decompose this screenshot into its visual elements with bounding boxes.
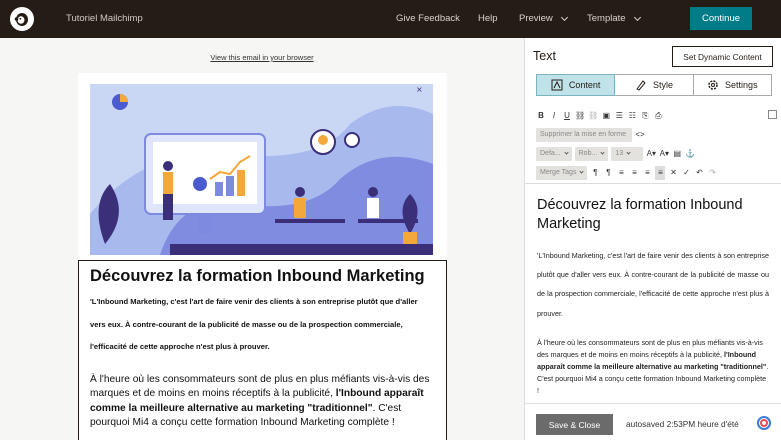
- rich-text-editor[interactable]: Découvrez la formation Inbound Marketing…: [525, 183, 781, 401]
- unlink-icon[interactable]: ⛓: [588, 109, 598, 123]
- justify-icon[interactable]: ≡: [655, 165, 666, 180]
- help-link[interactable]: Help: [478, 13, 498, 24]
- paste-word-icon[interactable]: ⎙: [653, 109, 663, 123]
- settings-gear-icon: [708, 80, 718, 90]
- email-intro-paragraph: 'L'Inbound Marketing, c'est l'art de fai…: [90, 297, 418, 351]
- paragraph-icon[interactable]: ¶: [590, 166, 600, 180]
- save-close-button[interactable]: Save & Close: [536, 414, 613, 435]
- bold-icon[interactable]: B: [536, 109, 546, 123]
- chevron-down-icon: [560, 13, 568, 21]
- panel-footer: Save & Close autosaved 2:53PM heure d'ét…: [525, 403, 781, 440]
- content-icon: [551, 79, 563, 91]
- bullet-list-icon[interactable]: ☷: [627, 109, 637, 123]
- paste-text-icon[interactable]: ⎘: [640, 109, 650, 123]
- email-body-paragraph: À l'heure où les consommateurs sont de p…: [90, 373, 430, 429]
- view-in-browser-link[interactable]: View this email in your browser: [0, 53, 524, 62]
- tab-style[interactable]: Style: [615, 74, 694, 96]
- undo-icon[interactable]: ↶: [694, 166, 704, 180]
- give-feedback-link[interactable]: Give Feedback: [396, 13, 460, 24]
- background-color-icon[interactable]: A▾: [659, 147, 669, 161]
- editor-toolbar: B I U ⛓ ⛓ ▣ ☰ ☷ ⎘ ⎙ Supprimer la mise en…: [536, 106, 776, 182]
- source-code-icon[interactable]: <>: [635, 128, 645, 142]
- link-icon[interactable]: ⛓: [575, 109, 585, 123]
- align-left-icon[interactable]: ≡: [616, 166, 626, 180]
- tab-content[interactable]: Content: [536, 74, 616, 96]
- table-icon[interactable]: ▤: [672, 147, 682, 161]
- panel-title: Text: [533, 49, 556, 63]
- paragraph-rtl-icon[interactable]: ¶: [603, 166, 613, 180]
- chevron-down-icon: [633, 13, 641, 21]
- campaign-title[interactable]: Tutoriel Mailchimp: [66, 13, 143, 24]
- template-menu[interactable]: Template: [587, 13, 641, 24]
- italic-icon[interactable]: I: [549, 109, 559, 123]
- editor-body-paragraph: À l'heure où les consommateurs sont de p…: [537, 337, 769, 395]
- autosave-status: autosaved 2:53PM heure d'été: [626, 419, 739, 429]
- align-center-icon[interactable]: ≡: [629, 166, 639, 180]
- ordered-list-icon[interactable]: ☰: [614, 109, 624, 123]
- email-heading: Découvrez la formation Inbound Marketing: [90, 267, 425, 285]
- continue-button[interactable]: Continue: [690, 7, 752, 30]
- remove-format-icon[interactable]: ✕: [668, 166, 678, 180]
- text-color-icon[interactable]: A▾: [646, 147, 656, 161]
- tab-settings[interactable]: Settings: [693, 74, 772, 96]
- align-right-icon[interactable]: ≡: [642, 166, 652, 180]
- editor-heading: Découvrez la formation Inbound Marketing: [537, 197, 743, 232]
- set-dynamic-content-button[interactable]: Set Dynamic Content: [672, 46, 773, 67]
- preview-menu[interactable]: Preview: [519, 13, 568, 24]
- top-bar: Tutoriel Mailchimp Give Feedback Help Pr…: [0, 0, 781, 38]
- email-body: × Découvrez la formation Inbound Marketi…: [78, 73, 447, 440]
- mailchimp-logo-icon[interactable]: [10, 7, 34, 31]
- font-family-select[interactable]: Rob...: [574, 146, 609, 161]
- help-badge-icon[interactable]: [757, 416, 771, 430]
- panel-tabs: Content Style Settings: [536, 74, 772, 96]
- underline-icon[interactable]: U: [562, 109, 572, 123]
- merge-tags-select[interactable]: Merge Tags: [536, 165, 588, 180]
- style-icon: [636, 80, 646, 91]
- image-icon[interactable]: ▣: [601, 109, 611, 123]
- spellcheck-icon[interactable]: ✓: [681, 166, 691, 180]
- text-block-selected[interactable]: Découvrez la formation Inbound Marketing…: [78, 260, 447, 440]
- anchor-icon[interactable]: ⚓: [685, 147, 695, 161]
- text-editor-panel: Text Set Dynamic Content Content Style S…: [524, 38, 781, 440]
- redo-icon[interactable]: ↷: [707, 166, 717, 180]
- hero-image[interactable]: ×: [90, 84, 433, 255]
- clear-format-button[interactable]: Supprimer la mise en forme: [536, 127, 632, 142]
- editor-intro-paragraph: 'L'Inbound Marketing, c'est l'art de fai…: [537, 251, 769, 318]
- format-select[interactable]: Defa...: [536, 146, 572, 161]
- svg-text:×: ×: [416, 85, 423, 94]
- email-canvas: View this email in your browser × Découv…: [0, 38, 524, 440]
- font-size-select[interactable]: 13: [611, 146, 644, 161]
